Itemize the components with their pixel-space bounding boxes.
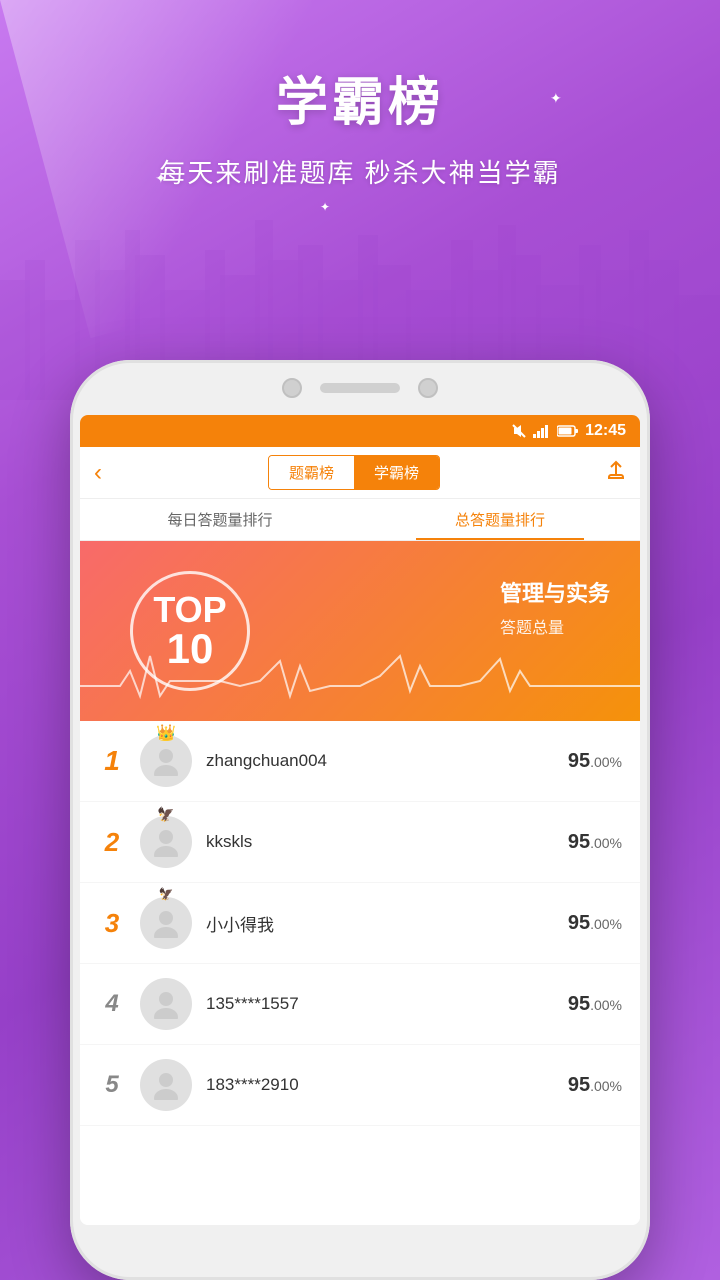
- username: kkskls: [206, 832, 554, 852]
- score-value: 95: [568, 993, 590, 1015]
- avatar: [140, 978, 192, 1030]
- banner-subject: 管理与实务: [500, 576, 610, 608]
- share-button[interactable]: [606, 460, 626, 486]
- score-unit: %: [610, 1078, 622, 1094]
- top10-banner: TOP 10 管理与实务 答题总量: [80, 541, 640, 721]
- score-value: 95: [568, 831, 590, 853]
- battery-icon: [557, 425, 579, 437]
- tab-xueba[interactable]: 学霸榜: [354, 456, 439, 489]
- app-screen: 12:45 ‹ 题霸榜 学霸榜 每日答题量排行 总答题量排行 TOP 10: [80, 415, 640, 1225]
- list-item: 1 👑 zhangchuan004 95.00%: [80, 721, 640, 802]
- avatar-icon: [151, 989, 181, 1019]
- user-score: 95.00%: [568, 993, 622, 1016]
- rank-badge-1: 👑: [140, 735, 192, 787]
- phone-camera: [282, 378, 302, 398]
- phone-speaker: [320, 383, 400, 393]
- score-unit: %: [610, 754, 622, 770]
- avatar: [140, 1059, 192, 1111]
- tab-tiba[interactable]: 题霸榜: [269, 456, 354, 489]
- user-score: 95.00%: [568, 750, 622, 773]
- rank-number: 5: [98, 1071, 126, 1099]
- score-decimal: .00: [590, 916, 609, 932]
- list-item: 3 🦅 小小得我 95.00%: [80, 883, 640, 964]
- username: zhangchuan004: [206, 751, 554, 771]
- sub-tab-daily[interactable]: 每日答题量排行: [80, 499, 360, 540]
- avatar: [140, 897, 192, 949]
- score-decimal: .00: [590, 997, 609, 1013]
- score-unit: %: [610, 997, 622, 1013]
- rank-number: 1: [98, 745, 126, 777]
- sub-tabs: 每日答题量排行 总答题量排行: [80, 499, 640, 541]
- avatar-icon: [151, 908, 181, 938]
- status-icons: [511, 423, 579, 439]
- banner-info: 管理与实务 答题总量: [500, 576, 610, 638]
- avatar-icon: [151, 746, 181, 776]
- wings-icon: 🦅: [157, 806, 174, 823]
- username: 小小得我: [206, 911, 554, 936]
- wings-icon-3: 🦅: [159, 887, 174, 901]
- sub-tab-total[interactable]: 总答题量排行: [360, 499, 640, 540]
- mute-icon: [511, 423, 527, 439]
- header-area: 学霸榜 每天来刷准题库 秒杀大神当学霸: [0, 60, 720, 190]
- list-item: 4 135****1557 95.00%: [80, 964, 640, 1045]
- page-subtitle: 每天来刷准题库 秒杀大神当学霸: [0, 153, 720, 190]
- score-value: 95: [568, 1074, 590, 1096]
- username: 183****2910: [206, 1075, 554, 1095]
- rank-number: 4: [98, 990, 126, 1018]
- score-unit: %: [610, 916, 622, 932]
- phone-frame: 12:45 ‹ 题霸榜 学霸榜 每日答题量排行 总答题量排行 TOP 10: [70, 360, 650, 1280]
- crown-icon: 👑: [156, 723, 176, 743]
- score-value: 95: [568, 912, 590, 934]
- rank-number: 2: [98, 827, 126, 858]
- score-decimal: .00: [590, 1078, 609, 1094]
- user-score: 95.00%: [568, 1074, 622, 1097]
- nav-bar: ‹ 题霸榜 学霸榜: [80, 447, 640, 499]
- status-bar: 12:45: [80, 415, 640, 447]
- nav-tabs: 题霸榜 学霸榜: [268, 455, 440, 490]
- phone-camera-2: [418, 378, 438, 398]
- rank-badge-3: 🦅: [140, 897, 192, 949]
- leaderboard-list: 1 👑 zhangchuan004 95.00% 2: [80, 721, 640, 1225]
- phone-top-area: [282, 378, 438, 398]
- top-label: TOP: [153, 592, 226, 628]
- status-time: 12:45: [585, 422, 626, 440]
- rank-badge-2: 🦅: [140, 816, 192, 868]
- score-value: 95: [568, 750, 590, 772]
- list-item: 5 183****2910 95.00%: [80, 1045, 640, 1126]
- user-score: 95.00%: [568, 831, 622, 854]
- list-item: 2 🦅 kkskls 95.00%: [80, 802, 640, 883]
- page-title: 学霸榜: [0, 60, 720, 135]
- username: 135****1557: [206, 994, 554, 1014]
- ecg-line: [80, 651, 640, 701]
- score-decimal: .00: [590, 754, 609, 770]
- rank-number: 3: [98, 908, 126, 939]
- signal-icon: [533, 424, 551, 438]
- banner-answer-label: 答题总量: [500, 614, 610, 638]
- avatar-icon: [151, 827, 181, 857]
- user-score: 95.00%: [568, 912, 622, 935]
- avatar: [140, 816, 192, 868]
- score-decimal: .00: [590, 835, 609, 851]
- score-unit: %: [610, 835, 622, 851]
- avatar-icon: [151, 1070, 181, 1100]
- sparkle-3: ✦: [320, 200, 330, 214]
- back-button[interactable]: ‹: [94, 459, 102, 487]
